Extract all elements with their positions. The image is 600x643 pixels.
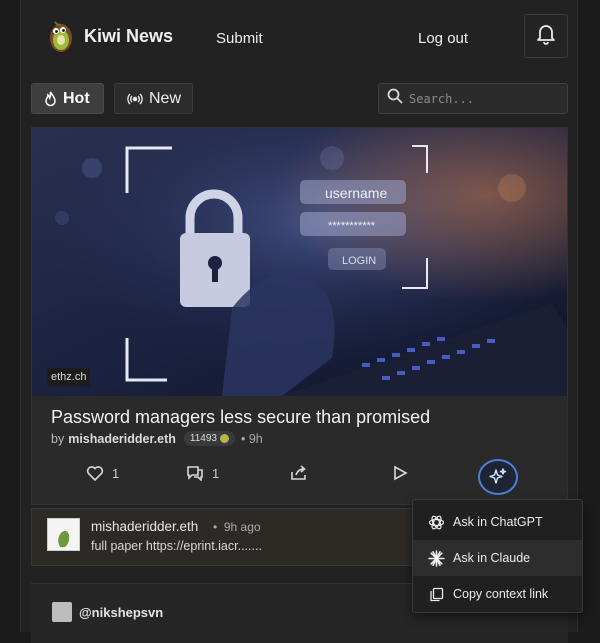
hero-username-text: username	[325, 185, 387, 201]
user-avatar[interactable]	[52, 602, 72, 622]
comment-text[interactable]: full paper https://eprint.iacr.......	[91, 539, 262, 553]
play-button[interactable]	[392, 465, 408, 481]
like-count: 1	[112, 465, 120, 481]
tab-new-label: New	[149, 89, 182, 107]
story-author[interactable]: mishaderidder.eth	[68, 432, 176, 446]
comment-count: 1	[212, 465, 220, 481]
search-input[interactable]	[409, 91, 559, 106]
comments-button[interactable]: 1	[186, 465, 219, 481]
tab-hot[interactable]: Hot	[31, 83, 104, 114]
story-card[interactable]: username *********** LOGIN ethz.ch Passw…	[31, 127, 568, 505]
ai-dropdown-menu: Ask in ChatGPT Ask in Claude Copy contex…	[412, 499, 583, 613]
comment-icon	[186, 465, 204, 481]
heart-icon	[86, 465, 104, 481]
comment-author[interactable]: mishaderidder.eth	[91, 519, 198, 534]
search-icon	[387, 88, 403, 109]
hero-login-text: LOGIN	[342, 255, 376, 267]
share-button[interactable]	[290, 465, 308, 481]
submit-link[interactable]: Submit	[216, 30, 263, 47]
play-icon	[392, 465, 408, 481]
copy-icon	[427, 587, 445, 602]
byline-prefix: by	[51, 431, 65, 446]
logout-link[interactable]: Log out	[418, 30, 468, 47]
menu-item-ask-claude[interactable]: Ask in Claude	[413, 540, 582, 576]
bell-icon	[536, 23, 556, 50]
story-byline: by mishaderidder.eth 11493 • 9h	[51, 431, 263, 446]
tab-hot-label: Hot	[63, 89, 90, 107]
broadcast-icon	[127, 92, 143, 106]
menu-item-label: Copy context link	[453, 587, 549, 601]
story-age: • 9h	[240, 431, 263, 446]
tab-new[interactable]: New	[114, 83, 193, 114]
karma-value: 11493	[189, 433, 217, 444]
ai-assist-button[interactable]	[478, 459, 518, 495]
story-domain[interactable]: ethz.ch	[47, 368, 91, 386]
search-box[interactable]	[378, 83, 568, 114]
flame-icon	[44, 91, 57, 107]
menu-item-label: Ask in Claude	[453, 551, 531, 565]
karma-badge: 11493	[183, 431, 235, 446]
chatgpt-icon	[427, 514, 445, 531]
claude-icon	[427, 549, 445, 567]
menu-item-label: Ask in ChatGPT	[453, 515, 543, 529]
menu-item-copy-context-link[interactable]: Copy context link	[413, 576, 582, 612]
hero-password-text: ***********	[328, 220, 376, 232]
menu-item-ask-chatgpt[interactable]: Ask in ChatGPT	[413, 504, 582, 540]
commenter-avatar[interactable]	[47, 518, 80, 551]
story-title[interactable]: Password managers less secure than promi…	[51, 407, 430, 428]
next-story-user[interactable]: @nikshepsvn	[79, 605, 163, 620]
brand-name[interactable]: Kiwi News	[84, 26, 173, 47]
like-button[interactable]: 1	[86, 465, 119, 481]
sparkles-icon	[488, 467, 508, 487]
story-image[interactable]: username *********** LOGIN ethz.ch	[32, 128, 567, 396]
story-actions: 1 1	[32, 459, 567, 495]
notifications-button[interactable]	[524, 14, 568, 58]
share-icon	[290, 465, 308, 481]
comment-age: • 9h ago	[213, 520, 261, 534]
karma-coin-icon	[219, 434, 229, 443]
kiwi-logo[interactable]	[46, 18, 76, 54]
